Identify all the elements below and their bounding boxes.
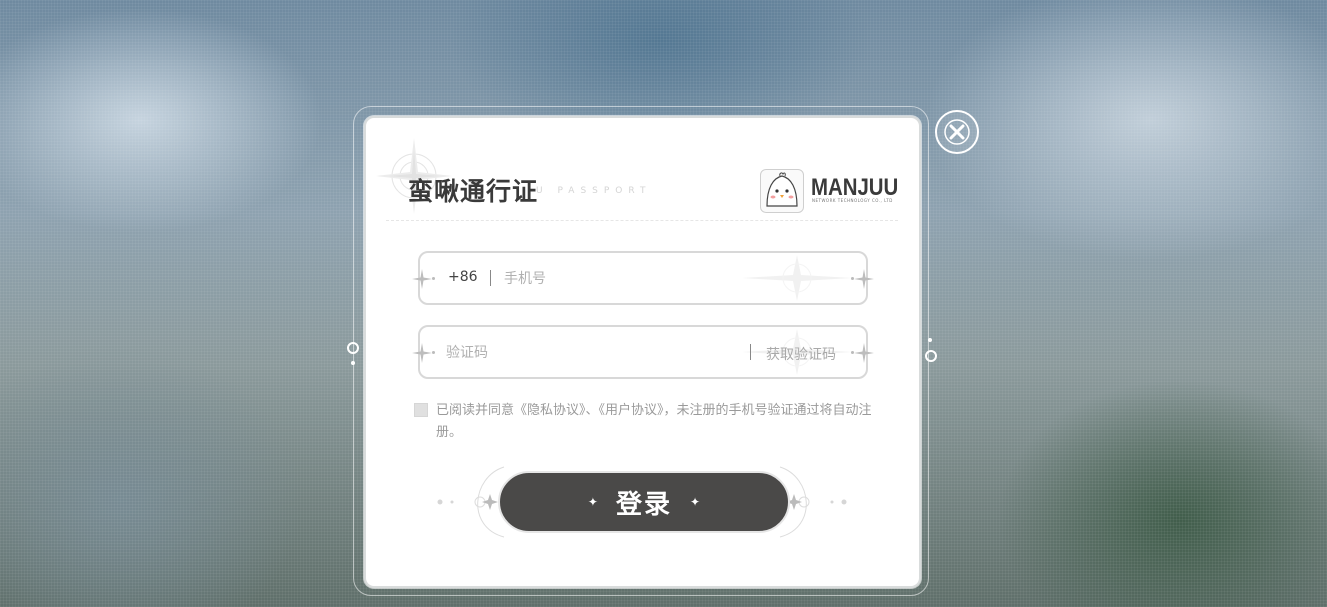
left-sparkle-dot — [432, 351, 435, 354]
phone-field[interactable]: +86 — [412, 251, 874, 305]
prefix-separator — [490, 270, 491, 286]
verification-code-field[interactable]: 获取验证码 — [412, 325, 874, 379]
left-sparkle-icon — [412, 343, 432, 363]
phone-input[interactable] — [502, 265, 806, 293]
right-sparkle-icon — [854, 269, 874, 289]
page-subtitle: U PASSPORT — [536, 186, 652, 196]
close-icon — [944, 119, 970, 145]
sparkle-icon: ✦ — [690, 495, 701, 509]
manjuu-chick-icon — [760, 169, 804, 213]
left-sparkle-icon — [412, 269, 432, 289]
right-frame-dot — [925, 350, 937, 362]
left-frame-dot-small — [351, 361, 355, 365]
page-title: 蛮啾通行证 — [408, 177, 539, 206]
right-sparkle-icon — [854, 343, 874, 363]
country-code[interactable]: +86 — [448, 269, 478, 285]
brand-logo-subtext: NETWORK TECHNOLOGY CO., LTD — [812, 198, 893, 203]
get-code-button[interactable]: 获取验证码 — [766, 344, 836, 364]
right-frame-dot-small — [928, 338, 932, 342]
close-button[interactable] — [935, 110, 979, 154]
verification-code-input[interactable] — [444, 339, 738, 367]
login-area: ✦ 登录 ✦ — [432, 463, 852, 543]
login-button[interactable]: ✦ 登录 ✦ — [498, 471, 790, 533]
left-sparkle-dot — [432, 277, 435, 280]
left-frame-dot — [347, 342, 359, 354]
login-button-label: 登录 — [615, 489, 672, 520]
agreement-checkbox[interactable] — [414, 403, 428, 417]
sparkle-icon: ✦ — [587, 495, 598, 509]
agreement-text[interactable]: 已阅读并同意《隐私协议》、《用户协议》，未注册的手机号验证通过将自动注册。 — [436, 400, 876, 444]
login-dialog: 蛮啾通行证 U PASSPORT MANJUU NETWORK TECHNOLO… — [364, 116, 921, 588]
code-separator — [750, 344, 751, 360]
title-divider — [386, 220, 898, 222]
